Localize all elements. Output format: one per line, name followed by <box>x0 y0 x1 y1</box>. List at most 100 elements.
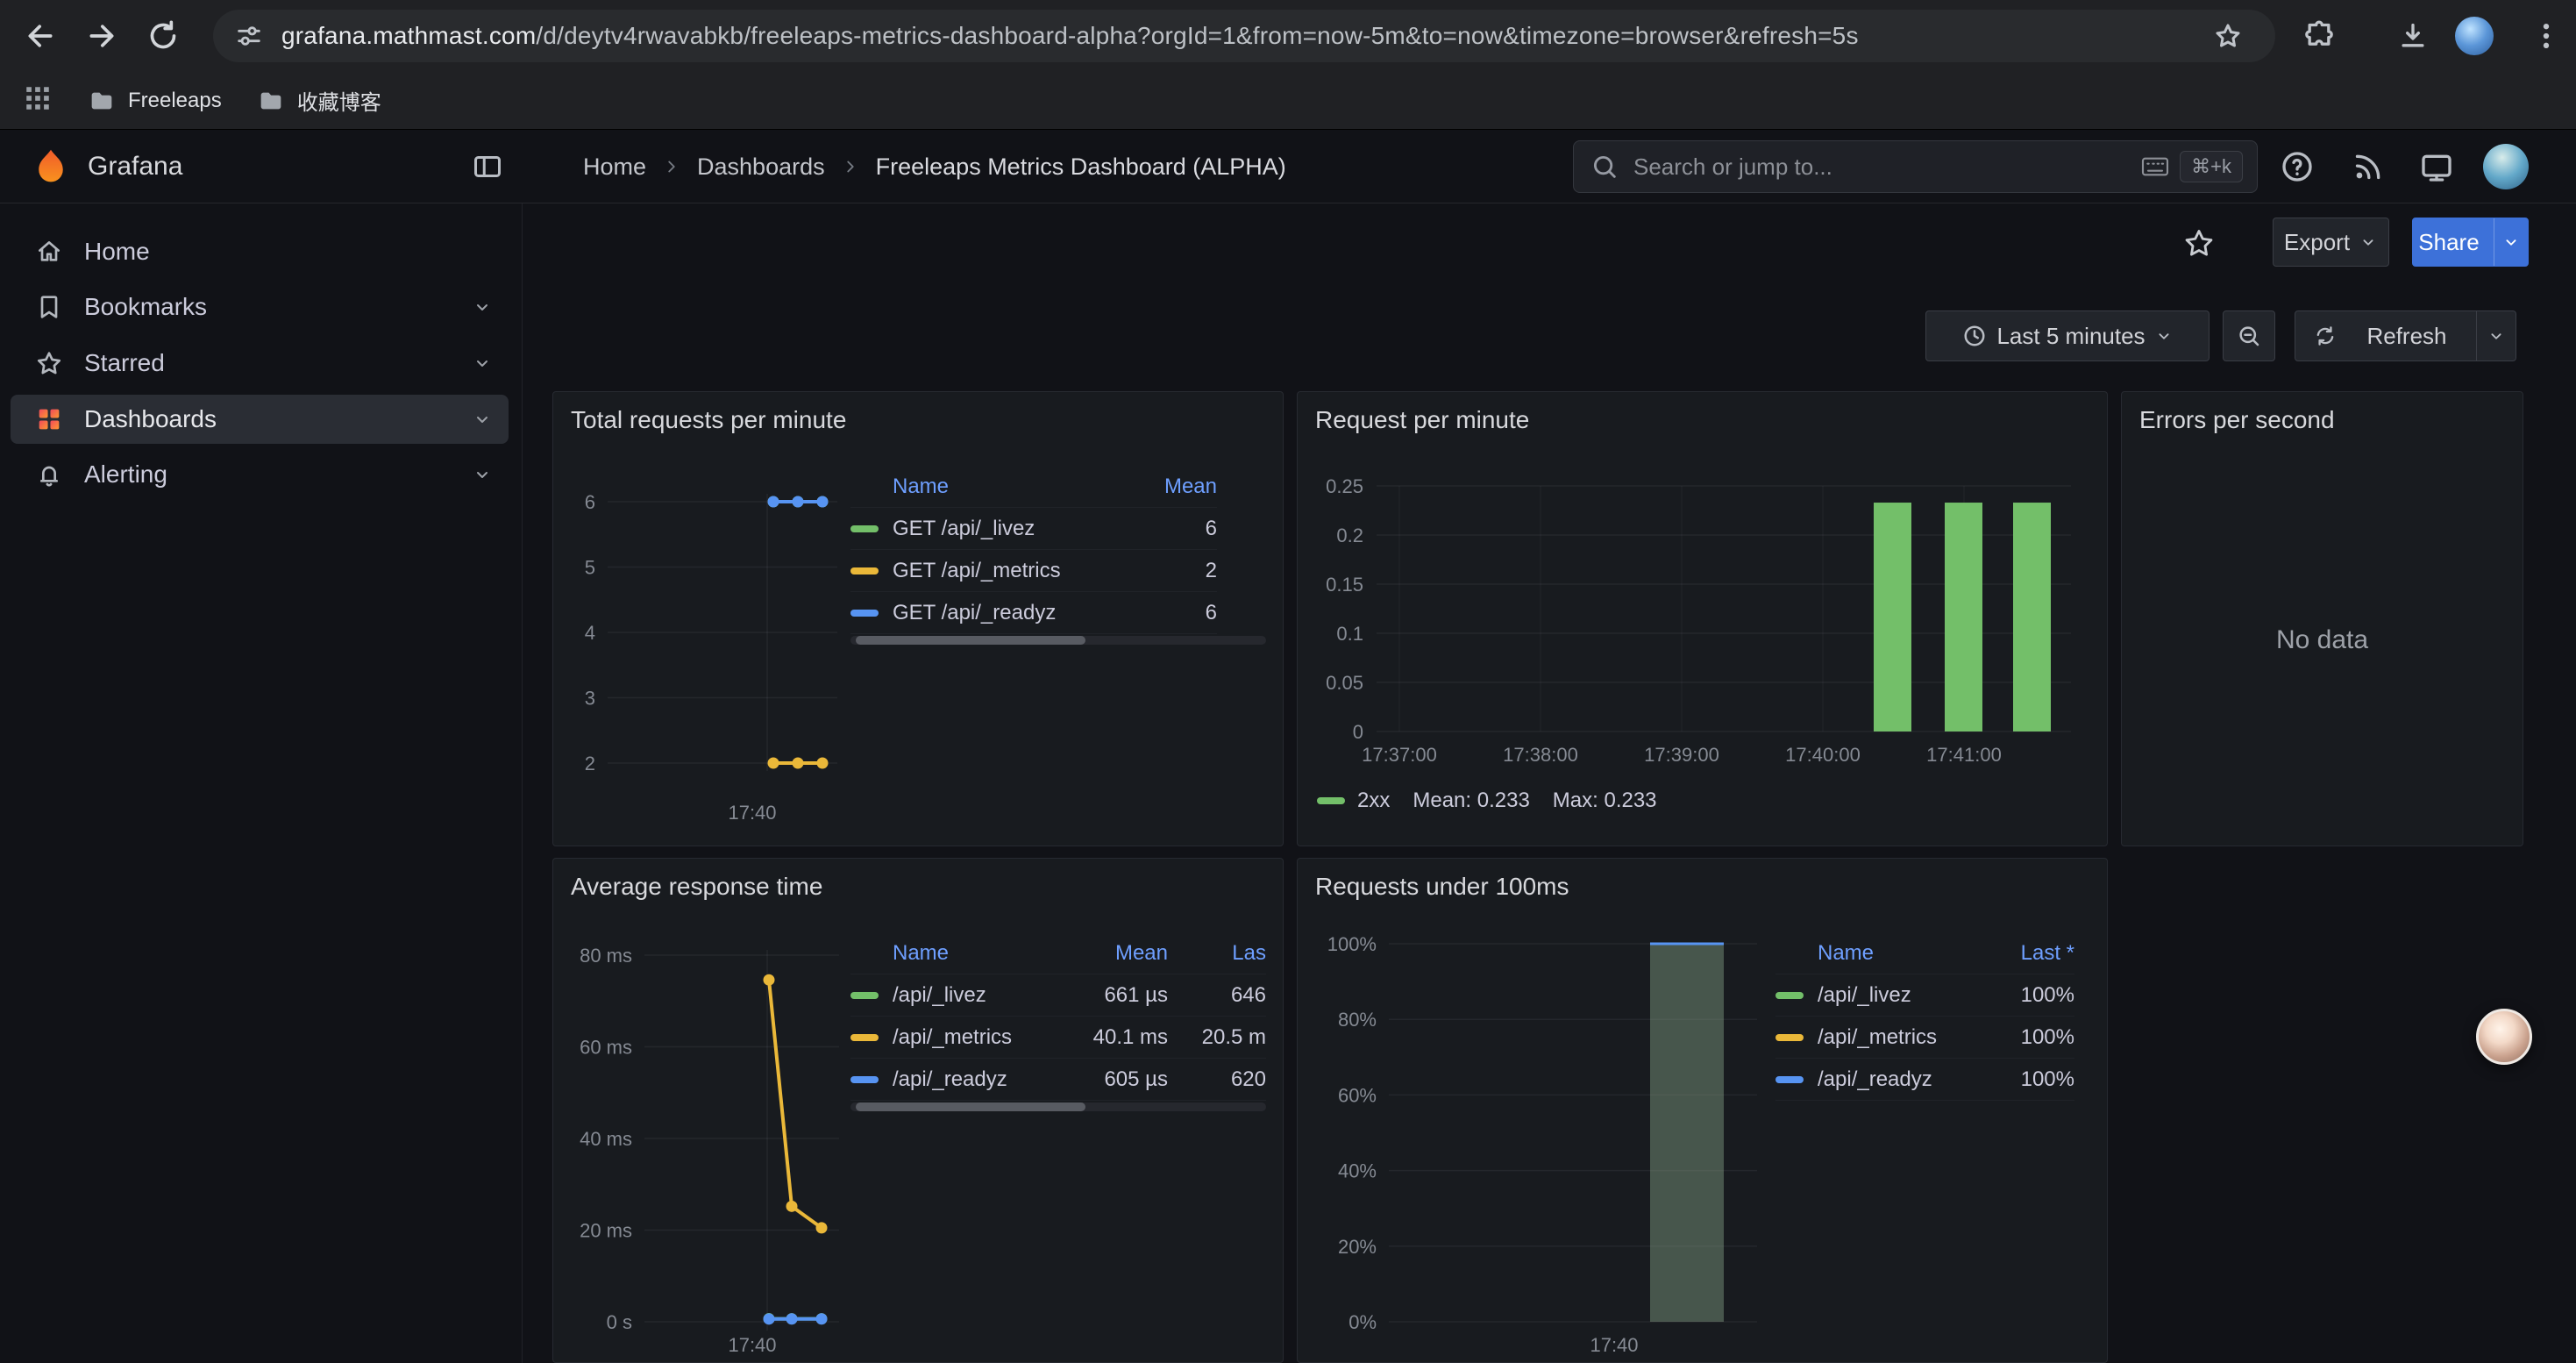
refresh-button[interactable]: Refresh <box>2295 310 2516 361</box>
chevron-down-icon[interactable] <box>472 353 493 374</box>
bookmark-star-icon[interactable] <box>2210 18 2245 54</box>
sidebar-item-home[interactable]: Home <box>11 227 509 276</box>
legend-col-mean[interactable]: Mean <box>1067 941 1168 966</box>
legend-row: /api/_metrics 40.1 ms 20.5 m <box>850 1017 1266 1059</box>
breadcrumb-dashboards[interactable]: Dashboards <box>697 153 825 181</box>
svg-text:80 ms: 80 ms <box>580 945 632 967</box>
help-icon[interactable] <box>2280 149 2315 184</box>
series-name[interactable]: GET /api/_readyz <box>893 601 1056 625</box>
kiosk-monitor-icon[interactable] <box>2419 149 2454 184</box>
series-name[interactable]: /api/_livez <box>1818 983 1911 1008</box>
zoom-out-button[interactable] <box>2223 310 2275 361</box>
svg-text:20%: 20% <box>1338 1236 1377 1258</box>
tune-icon[interactable] <box>234 21 264 51</box>
forward-icon[interactable] <box>84 18 119 54</box>
chart-total-requests[interactable]: 6543217:40 <box>553 462 843 839</box>
scrollbar-thumb[interactable] <box>856 636 1085 645</box>
share-button[interactable]: Share <box>2412 218 2529 267</box>
legend-row: /api/_livez 100% <box>1775 974 2074 1017</box>
search-input[interactable]: Search or jump to... ⌘+k <box>1573 140 2258 193</box>
breadcrumb-home[interactable]: Home <box>583 153 646 181</box>
back-icon[interactable] <box>23 18 58 54</box>
chart-request-per-minute[interactable]: 0.250.20.150.10.05017:37:0017:38:0017:39… <box>1298 462 2078 839</box>
url-domain: grafana.mathmast.com <box>281 22 536 49</box>
news-rss-icon[interactable] <box>2351 149 2386 184</box>
legend-col-name[interactable]: Name <box>850 475 1121 499</box>
legend-col-mean[interactable]: Mean <box>1121 475 1217 499</box>
share-menu-arrow[interactable] <box>2494 218 2528 266</box>
chevron-down-icon[interactable] <box>472 296 493 318</box>
refresh-interval-arrow[interactable] <box>2476 311 2516 360</box>
series-swatch <box>850 1076 879 1083</box>
legend-col-name[interactable]: Name <box>1775 941 1978 966</box>
breadcrumb-current: Freeleaps Metrics Dashboard (ALPHA) <box>876 153 1286 181</box>
series-name[interactable]: /api/_readyz <box>1818 1067 1932 1092</box>
chevron-down-icon[interactable] <box>472 409 493 430</box>
browser-menu-icon[interactable] <box>2529 18 2564 54</box>
apps-grid-icon[interactable] <box>23 83 53 118</box>
shortcut-kbd: ⌘+k <box>2180 151 2243 182</box>
legend-table: Name Last * /api/_livez 100% /api/_metri… <box>1775 932 2074 1101</box>
bell-icon <box>35 460 63 489</box>
search-placeholder: Search or jump to... <box>1633 153 1832 181</box>
bookmark-folder-freeleaps[interactable]: Freeleaps <box>88 87 222 115</box>
series-name[interactable]: /api/_metrics <box>893 1025 1012 1050</box>
reload-icon[interactable] <box>146 18 181 54</box>
legend-scrollbar[interactable] <box>850 1103 1266 1111</box>
sidebar-toggle-icon[interactable] <box>472 151 503 182</box>
series-max: Max: 0.233 <box>1553 789 1657 813</box>
legend-col-name[interactable]: Name <box>850 941 1067 966</box>
legend-row: GET /api/_metrics 2 <box>850 550 1217 592</box>
chart-average-response-time[interactable]: 80 ms60 ms40 ms20 ms0 s17:40 <box>553 929 843 1363</box>
series-mean: 6 <box>1121 517 1217 541</box>
download-icon[interactable] <box>2395 18 2430 54</box>
panel-title[interactable]: Average response time <box>571 873 822 901</box>
legend-inline: 2xx Mean: 0.233 Max: 0.233 <box>1317 789 1657 813</box>
series-last: 100% <box>1978 983 2074 1008</box>
series-last: 20.5 m <box>1168 1025 1266 1050</box>
sidebar-item-bookmarks[interactable]: Bookmarks <box>11 282 509 332</box>
scrollbar-thumb[interactable] <box>856 1103 1085 1111</box>
legend-header: Name Last * <box>1775 932 2074 974</box>
panel-title[interactable]: Request per minute <box>1315 406 1529 434</box>
sidebar-item-alerting[interactable]: Alerting <box>11 450 509 499</box>
chevron-down-icon[interactable] <box>472 464 493 485</box>
series-name[interactable]: 2xx <box>1357 789 1390 813</box>
grafana-logo[interactable] <box>32 147 70 190</box>
series-name[interactable]: GET /api/_metrics <box>893 559 1061 583</box>
sidebar-item-label: Dashboards <box>84 405 217 433</box>
chart-requests-under-100ms[interactable]: 100%80%60%40%20%0%17:40 <box>1298 929 1762 1363</box>
keyboard-icon <box>2141 156 2169 177</box>
svg-text:0%: 0% <box>1348 1311 1377 1333</box>
sidebar-item-starred[interactable]: Starred <box>11 339 509 388</box>
refresh-label: Refresh <box>2346 323 2467 350</box>
assistant-avatar[interactable] <box>2476 1009 2532 1065</box>
bookmark-folder-blogs[interactable]: 收藏博客 <box>257 85 381 116</box>
time-range-picker[interactable]: Last 5 minutes <box>1925 310 2210 361</box>
svg-text:17:37:00: 17:37:00 <box>1362 744 1437 766</box>
extensions-icon[interactable] <box>2302 18 2337 54</box>
breadcrumb: Home Dashboards Freeleaps Metrics Dashbo… <box>583 130 1286 203</box>
sidebar-item-dashboards[interactable]: Dashboards <box>11 395 509 444</box>
svg-text:2: 2 <box>585 753 595 774</box>
legend-row: /api/_livez 661 µs 646 <box>850 974 1266 1017</box>
bookmark-icon <box>35 293 63 321</box>
legend-scrollbar[interactable] <box>850 636 1266 645</box>
panel-title[interactable]: Errors per second <box>2139 406 2335 434</box>
panel-title[interactable]: Total requests per minute <box>571 406 846 434</box>
user-avatar[interactable] <box>2483 144 2529 189</box>
favorite-star-icon[interactable] <box>2182 226 2216 260</box>
series-name[interactable]: /api/_livez <box>893 983 986 1008</box>
export-button[interactable]: Export <box>2273 218 2389 267</box>
legend-col-last[interactable]: Las <box>1168 941 1266 966</box>
share-label: Share <box>2413 218 2485 266</box>
url-bar[interactable]: grafana.mathmast.com/d/deytv4rwavabkb/fr… <box>213 10 2275 62</box>
browser-profile-avatar[interactable] <box>2455 17 2494 55</box>
series-name[interactable]: /api/_readyz <box>893 1067 1007 1092</box>
series-name[interactable]: GET /api/_livez <box>893 517 1035 541</box>
svg-text:60%: 60% <box>1338 1084 1377 1106</box>
svg-text:0.05: 0.05 <box>1326 672 1363 694</box>
legend-col-last[interactable]: Last * <box>1978 941 2074 966</box>
panel-title[interactable]: Requests under 100ms <box>1315 873 1569 901</box>
series-name[interactable]: /api/_metrics <box>1818 1025 1937 1050</box>
